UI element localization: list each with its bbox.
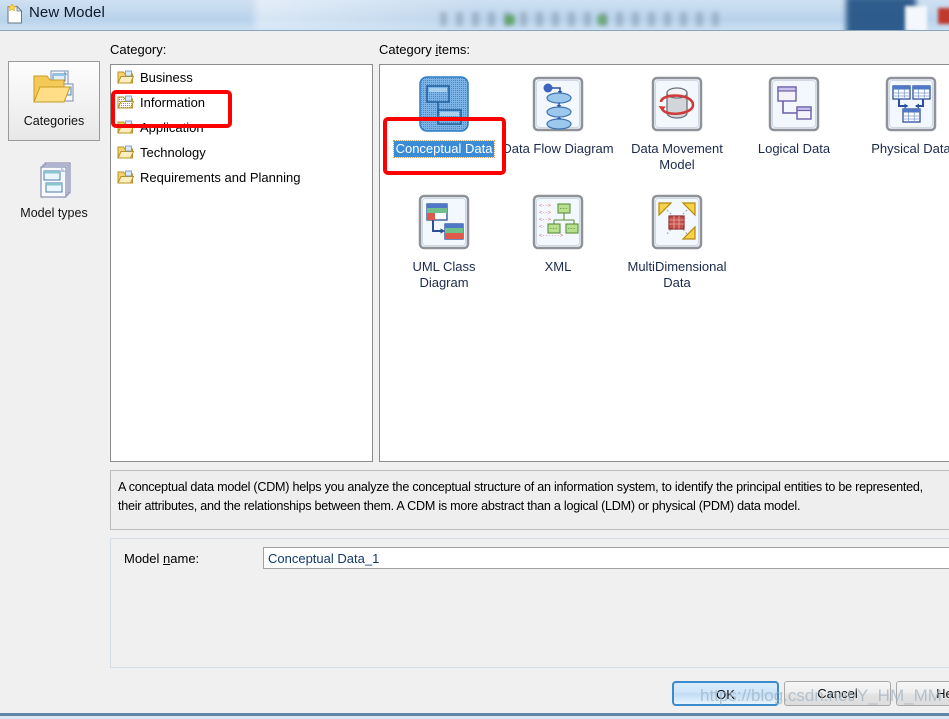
physical-data-icon [885, 76, 937, 132]
category-item-data-movement-model[interactable]: Data Movement Model [618, 67, 736, 173]
category-item-label: Data Movement Model [631, 141, 723, 172]
svg-text:<-->: <--> [539, 210, 551, 216]
folder-icon [117, 170, 134, 184]
folder-documents-icon [33, 70, 74, 103]
titlebar-red-blur-icon [938, 8, 949, 24]
category-list-item-requirements-and-planning[interactable]: Requirements and Planning [111, 165, 372, 190]
category-items-label: Category items: [379, 42, 471, 57]
titlebar-green-blur-icon-2 [597, 15, 607, 25]
category-item-data-flow-diagram[interactable]: Data Flow Diagram [499, 67, 617, 157]
category-list-item-business[interactable]: Business [111, 65, 372, 90]
logical-data-icon [768, 76, 820, 132]
category-item-logical-data[interactable]: Logical Data [735, 67, 853, 157]
category-list-item-technology[interactable]: Technology [111, 140, 372, 165]
category-list-item-application[interactable]: Application [111, 115, 372, 140]
stacked-documents-icon [40, 162, 71, 198]
titlebar-toolbar-blur [440, 12, 720, 26]
svg-text:<-: <- [539, 224, 545, 230]
window-title: New Model [29, 4, 105, 21]
category-item-label: XML [544, 259, 572, 274]
item-icon-wrap [385, 185, 503, 259]
category-list-item-information[interactable]: Information [111, 90, 372, 115]
item-icon-wrap: <--> <--> <--> <- <------> [499, 185, 617, 259]
model-name-input[interactable] [263, 547, 949, 569]
conceptual-data-icon [419, 76, 469, 132]
view-switch-rail: Categories Model types [0, 31, 107, 719]
window-title-bar: New Model [0, 0, 949, 31]
category-item-label: Physical Data [871, 141, 949, 156]
data-flow-diagram-icon [532, 76, 584, 132]
category-item-label: Conceptual Data [392, 140, 496, 158]
category-list-item-label: Business [140, 70, 193, 85]
folder-icon [117, 145, 134, 159]
help-button[interactable]: Help [896, 681, 949, 706]
item-icon-wrap [618, 185, 736, 259]
description-text: A conceptual data model (CDM) helps you … [118, 480, 923, 513]
item-icon-wrap [385, 67, 503, 141]
multidimensional-data-icon [651, 194, 703, 250]
rail-item-label: Model types [20, 206, 88, 220]
ok-button[interactable]: OK [672, 681, 779, 706]
svg-text:<-->: <--> [539, 203, 551, 209]
rail-item-model-types[interactable]: Model types [8, 153, 100, 233]
category-listbox[interactable]: Business Information Application Technol… [110, 64, 373, 462]
item-icon-wrap [618, 67, 736, 141]
titlebar-document-blur [905, 6, 927, 30]
titlebar-green-blur-icon [505, 15, 515, 25]
new-document-icon [7, 4, 23, 24]
rail-item-label: Categories [23, 114, 85, 128]
category-list-item-label: Application [140, 120, 204, 135]
category-item-label: UML Class Diagram [412, 259, 476, 290]
category-item-label: MultiDimensional Data [627, 259, 727, 290]
category-label: Category: [110, 42, 167, 57]
category-item-label: Data Flow Diagram [502, 141, 614, 156]
uml-class-diagram-icon [418, 194, 470, 250]
cancel-button[interactable]: Cancel [784, 681, 891, 706]
item-icon-wrap [499, 67, 617, 141]
folder-icon [117, 70, 134, 84]
svg-text:<------>: <------> [539, 233, 563, 239]
category-item-multidimensional-data[interactable]: MultiDimensional Data [618, 185, 736, 291]
category-item-label: Logical Data [757, 141, 831, 156]
category-item-physical-data[interactable]: Physical Data [852, 67, 949, 157]
item-icon-wrap [852, 67, 949, 141]
rail-item-categories[interactable]: Categories [8, 61, 100, 141]
folder-open-icon [117, 95, 134, 109]
model-name-label: Model name: [124, 551, 200, 566]
category-item-uml-class-diagram[interactable]: UML Class Diagram [385, 185, 503, 291]
category-items-panel[interactable]: Conceptual Data Data Flow Diagram Data M… [379, 64, 949, 462]
category-item-conceptual-data[interactable]: Conceptual Data [385, 67, 503, 158]
svg-text:<-->: <--> [539, 217, 551, 223]
category-item-xml[interactable]: <--> <--> <--> <- <------> XML [499, 185, 617, 275]
category-list-item-label: Information [140, 95, 206, 110]
category-list-item-label: Requirements and Planning [140, 170, 301, 185]
category-list-item-label: Technology [140, 145, 206, 160]
folder-icon [117, 120, 134, 134]
item-icon-wrap [735, 67, 853, 141]
data-movement-model-icon [651, 76, 703, 132]
xml-icon: <--> <--> <--> <- <------> [532, 194, 584, 250]
description-panel: A conceptual data model (CDM) helps you … [110, 470, 949, 530]
